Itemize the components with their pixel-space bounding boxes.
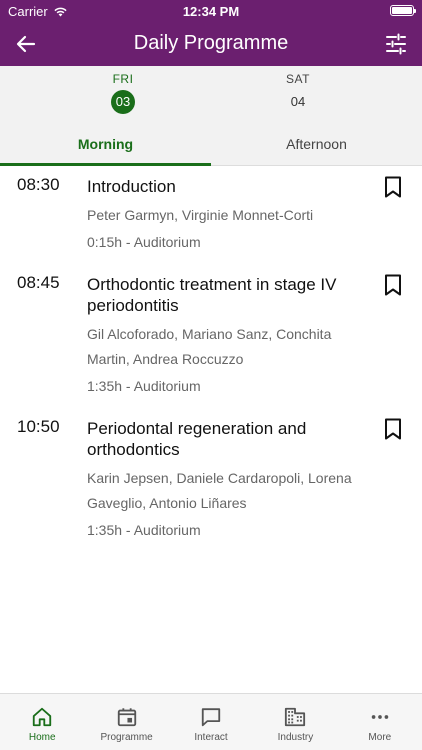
- building-icon: [285, 707, 306, 727]
- tab-programme[interactable]: Programme: [84, 694, 168, 750]
- session-title: Introduction: [87, 177, 176, 196]
- session-item[interactable]: 08:45 Orthodontic treatment in stage IV …: [0, 264, 422, 408]
- day-name: FRI: [112, 72, 134, 86]
- filter-sliders-icon[interactable]: [384, 32, 408, 56]
- session-time: 10:50: [17, 417, 60, 436]
- session-time: 08:45: [17, 273, 60, 292]
- session-duration-location: 1:35h - Auditorium: [87, 378, 201, 394]
- session-speakers: Gil Alcoforado, Mariano Sanz, Conchita M…: [87, 326, 332, 367]
- bookmark-icon[interactable]: [384, 274, 402, 296]
- session-time: 08:30: [17, 175, 60, 194]
- tab-label: Interact: [194, 732, 228, 743]
- calendar-icon: [117, 708, 136, 727]
- day-selector: FRI 03 SAT 04: [0, 66, 422, 126]
- tab-label: More: [368, 732, 392, 743]
- tab-more[interactable]: More: [338, 694, 422, 750]
- tab-home[interactable]: Home: [0, 694, 84, 750]
- page-title: Daily Programme: [133, 32, 289, 54]
- day-sat[interactable]: SAT 04: [248, 72, 348, 114]
- bookmark-icon[interactable]: [384, 176, 402, 198]
- tab-morning[interactable]: Morning: [0, 126, 211, 166]
- session-tabs: Morning Afternoon: [0, 126, 422, 166]
- tab-industry[interactable]: Industry: [253, 694, 337, 750]
- tab-label: Programme: [100, 732, 153, 743]
- session-speakers: Peter Garmyn, Virginie Monnet-Corti: [87, 207, 314, 223]
- bottom-tab-bar: Home Programme Interact Industry More: [0, 693, 422, 750]
- tab-label: Industry: [277, 732, 314, 743]
- more-icon: [371, 715, 389, 719]
- session-title: Periodontal regeneration and orthodontic…: [87, 419, 307, 459]
- bookmark-icon[interactable]: [384, 418, 402, 440]
- home-icon: [33, 707, 52, 727]
- day-fri[interactable]: FRI 03: [73, 72, 173, 114]
- session-item[interactable]: 08:30 Introduction Peter Garmyn, Virgini…: [0, 166, 422, 264]
- chat-icon: [201, 708, 221, 727]
- battery-icon: [390, 5, 416, 16]
- navigation-bar: Daily Programme: [0, 22, 422, 66]
- tab-label: Home: [28, 732, 56, 743]
- session-speakers: Karin Jepsen, Daniele Cardaropoli, Loren…: [87, 470, 352, 511]
- session-duration-location: 1:35h - Auditorium: [87, 522, 201, 538]
- status-time: 12:34 PM: [182, 4, 240, 19]
- day-number: 03: [111, 90, 135, 114]
- status-bar: Carrier 12:34 PM: [0, 0, 422, 22]
- day-number: 04: [290, 94, 306, 109]
- session-title: Orthodontic treatment in stage IV period…: [87, 275, 337, 315]
- session-duration-location: 0:15h - Auditorium: [87, 234, 201, 250]
- tab-interact[interactable]: Interact: [169, 694, 253, 750]
- session-list: 08:30 Introduction Peter Garmyn, Virgini…: [0, 166, 422, 552]
- session-item[interactable]: 10:50 Periodontal regeneration and ortho…: [0, 408, 422, 552]
- day-name: SAT: [286, 72, 310, 86]
- tab-afternoon[interactable]: Afternoon: [211, 126, 422, 166]
